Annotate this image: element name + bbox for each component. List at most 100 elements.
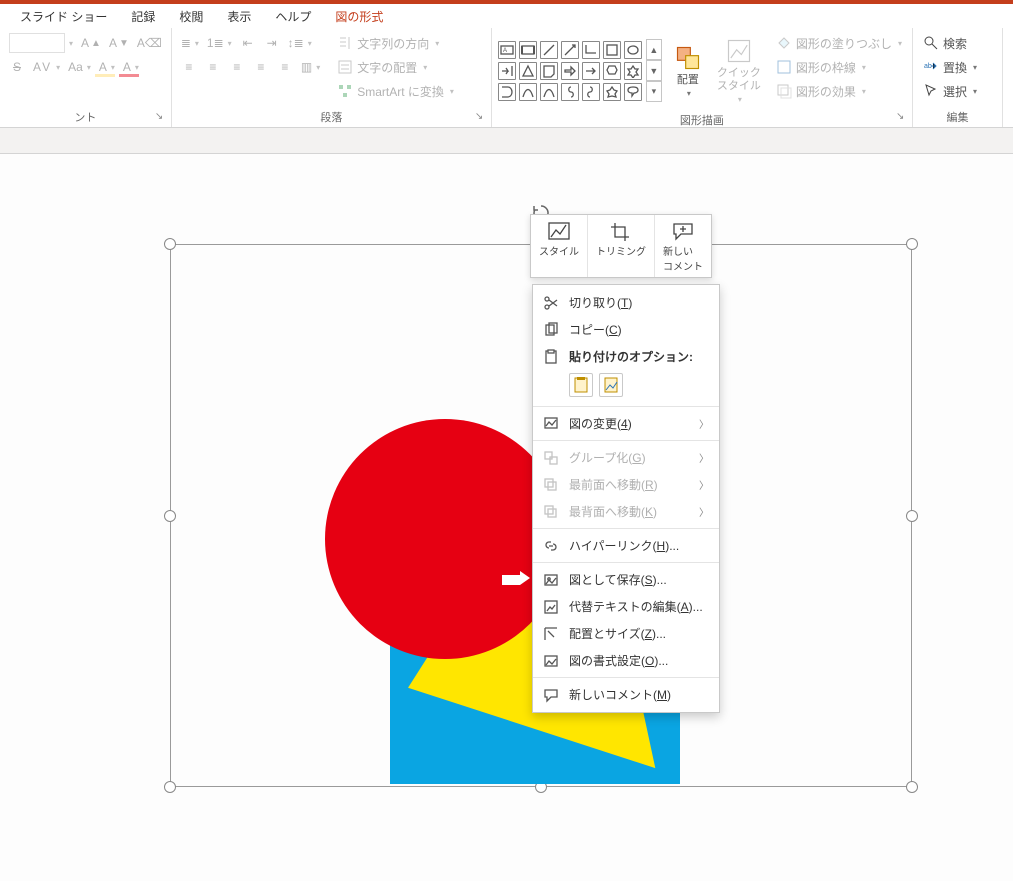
save-picture-icon (543, 572, 559, 588)
ctx-alt-text[interactable]: 代替テキストの編集(A)... (533, 593, 719, 620)
ctx-sep-4 (533, 562, 719, 563)
bullets-button: ≣▾ (178, 32, 202, 54)
chevron-right-icon: 〉 (699, 416, 709, 431)
ctx-new-comment[interactable]: 新しいコメント(M) (533, 681, 719, 708)
clear-format-button: A⌫ (134, 32, 165, 54)
font-dialog-launcher[interactable]: ↘ (155, 111, 167, 123)
indent-button: ⇥ (261, 32, 283, 54)
group-editing: 検索 ab 置換▾ 選択▾ 編集 (913, 28, 1003, 127)
mini-toolbar: スタイル トリミング 新しい コメント (530, 214, 712, 278)
ctx-paste-options (533, 370, 719, 403)
grow-font-button: A▲ (78, 32, 104, 54)
ctx-format-picture[interactable]: 図の書式設定(O)... (533, 647, 719, 674)
tab-help[interactable]: ヘルプ (263, 4, 323, 29)
tab-view[interactable]: 表示 (215, 4, 263, 29)
paste-keep-format-button[interactable] (569, 373, 593, 397)
font-color-button: A▾ (120, 56, 142, 78)
group-font: ▾ A▲ A▼ A⌫ S AV▾ Aa▾ A▾ A▾ ント ↘ (0, 28, 172, 127)
shrink-font-button: A▼ (106, 32, 132, 54)
format-icon (543, 653, 559, 669)
group-icon (543, 450, 559, 466)
scissors-icon (543, 295, 559, 311)
columns-button: ▥▾ (298, 56, 323, 78)
alt-text-icon (543, 599, 559, 615)
align-right-button: ≡ (226, 56, 248, 78)
find-button[interactable]: 検索 (919, 32, 996, 54)
shapes-gallery-scroll[interactable]: ▲ ▼ ▾ (646, 39, 662, 102)
mini-new-comment-button[interactable]: 新しい コメント (654, 215, 711, 277)
svg-text:A: A (503, 48, 507, 54)
align-justify-button: ≡ (250, 56, 272, 78)
context-menu: 切り取り(T) コピー(C) 貼り付けのオプション: 図の変更(4) 〉 (532, 284, 720, 713)
copy-icon (543, 322, 559, 338)
secondary-strip (0, 128, 1013, 154)
handle-w[interactable] (164, 510, 176, 522)
shape-outline-button: 図形の枠線▾ (772, 56, 906, 78)
svg-text:ab: ab (924, 63, 932, 70)
highlight-button: A▾ (96, 56, 118, 78)
handle-se[interactable] (906, 781, 918, 793)
annotation-arrow (500, 568, 534, 588)
paste-as-picture-button[interactable] (599, 373, 623, 397)
handle-e[interactable] (906, 510, 918, 522)
ctx-hyperlink[interactable]: ハイパーリンク(H)... (533, 532, 719, 559)
handle-sw[interactable] (164, 781, 176, 793)
text-direction-button: 文字列の方向▾ (333, 32, 458, 54)
group-drawing: A (492, 28, 913, 127)
ctx-change-picture[interactable]: 図の変更(4) 〉 (533, 410, 719, 437)
shape-fill-button: 図形の塗りつぶし▾ (772, 32, 906, 54)
bring-front-icon (543, 477, 559, 493)
font-size-box: ▾ (6, 32, 76, 54)
ctx-sep-5 (533, 677, 719, 678)
mini-crop-button[interactable]: トリミング (587, 215, 654, 277)
arrange-button[interactable]: 配置▾ (666, 32, 710, 110)
ctx-bring-front: 最前面へ移動(R) 〉 (533, 471, 719, 498)
link-icon (543, 538, 559, 554)
ctx-save-as-picture[interactable]: 図として保存(S)... (533, 566, 719, 593)
ctx-group: グループ化(G) 〉 (533, 444, 719, 471)
slide-canvas[interactable]: スタイル トリミング 新しい コメント 切り取り(T) コピー(C) 貼り付けの… (0, 154, 1013, 881)
group-paragraph: ≣▾ 1≣▾ ⇤ ⇥ ↕≣▾ ≡ ≡ ≡ ≡ ≡ ▥▾ 文 (172, 28, 492, 127)
handle-ne[interactable] (906, 238, 918, 250)
tab-picture-format[interactable]: 図の形式 (323, 4, 395, 29)
shapes-gallery[interactable]: A (498, 41, 642, 101)
change-picture-icon (543, 416, 559, 432)
select-button[interactable]: 選択▾ (919, 80, 996, 102)
comment-icon (543, 687, 559, 703)
group-paragraph-label: 段落 (178, 107, 485, 125)
tab-record[interactable]: 記録 (119, 4, 167, 29)
mini-style-button[interactable]: スタイル (531, 215, 587, 277)
ctx-sep-2 (533, 440, 719, 441)
group-editing-label: 編集 (919, 107, 996, 125)
align-left-button: ≡ (178, 56, 200, 78)
red-circle-shape[interactable] (325, 419, 565, 659)
ctx-sep-3 (533, 528, 719, 529)
ctx-copy[interactable]: コピー(C) (533, 316, 719, 343)
text-align-button: 文字の配置▾ (333, 56, 458, 78)
ribbon-tabs: スライド ショー 記録 校閲 表示 ヘルプ 図の形式 (0, 4, 1013, 28)
group-font-label: ント (6, 107, 165, 125)
numbering-button: 1≣▾ (204, 32, 235, 54)
smartart-button: SmartArt に変換▾ (333, 80, 458, 102)
replace-button[interactable]: ab 置換▾ (919, 56, 996, 78)
shape-effects-button: 図形の効果▾ (772, 80, 906, 102)
handle-nw[interactable] (164, 238, 176, 250)
change-case-button: Aa▾ (65, 56, 94, 78)
tab-review[interactable]: 校閲 (167, 4, 215, 29)
group-drawing-label: 図形描画 (498, 110, 906, 128)
tab-slideshow[interactable]: スライド ショー (8, 4, 119, 29)
clipboard-icon (543, 349, 559, 365)
ctx-cut[interactable]: 切り取り(T) (533, 289, 719, 316)
drawing-dialog-launcher[interactable]: ↘ (896, 111, 908, 123)
distribute-button: ≡ (274, 56, 296, 78)
ctx-size-position[interactable]: 配置とサイズ(Z)... (533, 620, 719, 647)
ribbon: ▾ A▲ A▼ A⌫ S AV▾ Aa▾ A▾ A▾ ント ↘ ≣▾ 1≣▾ ⇤ (0, 28, 1013, 128)
paragraph-dialog-launcher[interactable]: ↘ (475, 111, 487, 123)
line-spacing-button: ↕≣▾ (285, 32, 315, 54)
outdent-button: ⇤ (237, 32, 259, 54)
ctx-send-back: 最背面へ移動(K) 〉 (533, 498, 719, 525)
char-spacing-button: AV▾ (30, 56, 63, 78)
strike-button: S (6, 56, 28, 78)
size-icon (543, 626, 559, 642)
align-center-button: ≡ (202, 56, 224, 78)
